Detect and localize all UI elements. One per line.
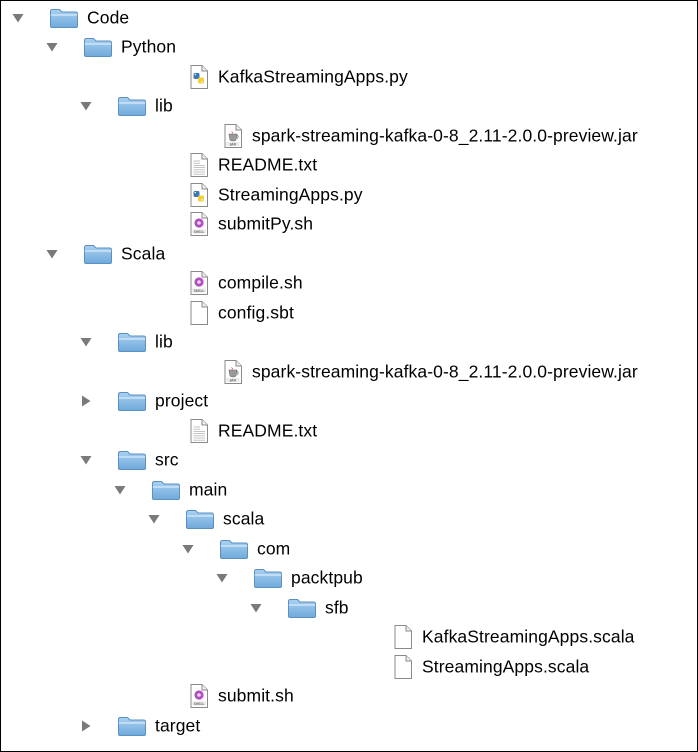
item-label: Scala	[121, 243, 166, 264]
disclosure-triangle-expanded-icon[interactable]	[45, 40, 59, 54]
disclosure-triangle-expanded-icon[interactable]	[113, 483, 127, 497]
item-label: project	[155, 390, 209, 411]
item-label: scala	[223, 508, 265, 529]
item-label: lib	[155, 331, 173, 352]
jar-file-icon: JAR	[222, 359, 244, 385]
folder-icon	[117, 331, 147, 353]
folder-icon	[287, 597, 317, 619]
item-label: README.txt	[218, 420, 318, 441]
item-label: sfb	[325, 597, 349, 618]
folder-icon	[83, 36, 113, 58]
item-label: target	[155, 715, 201, 736]
folder-icon	[117, 390, 147, 412]
folder-row[interactable]: Code	[1, 3, 697, 33]
folder-row[interactable]: com	[1, 534, 697, 564]
shell-script-icon: SHELL	[188, 270, 210, 296]
document-icon	[188, 300, 210, 326]
item-label: config.sbt	[218, 302, 294, 323]
file-row[interactable]: StreamingApps.py	[1, 180, 697, 210]
python-file-icon	[188, 182, 210, 208]
svg-text:JAR: JAR	[229, 142, 236, 146]
file-row[interactable]: JAR spark-streaming-kafka-0-8_2.11-2.0.0…	[1, 357, 697, 387]
item-label: packtpub	[291, 567, 363, 588]
file-row[interactable]: SHELL compile.sh	[1, 269, 697, 299]
item-label: KafkaStreamingApps.py	[218, 66, 408, 87]
item-label: README.txt	[218, 154, 318, 175]
folder-icon	[253, 567, 283, 589]
item-label: src	[155, 449, 179, 470]
folder-icon	[185, 508, 215, 530]
item-label: compile.sh	[218, 272, 303, 293]
folder-row[interactable]: src	[1, 446, 697, 476]
disclosure-triangle-expanded-icon[interactable]	[215, 571, 229, 585]
disclosure-triangle-expanded-icon[interactable]	[79, 335, 93, 349]
svg-text:SHELL: SHELL	[194, 289, 205, 293]
item-label: main	[189, 479, 228, 500]
disclosure-triangle-collapsed-icon[interactable]	[79, 719, 93, 733]
folder-icon	[151, 479, 181, 501]
document-icon	[392, 654, 414, 680]
file-row[interactable]: StreamingApps.scala	[1, 652, 697, 682]
folder-icon	[117, 449, 147, 471]
disclosure-triangle-collapsed-icon[interactable]	[79, 394, 93, 408]
item-label: Python	[121, 36, 177, 57]
folder-row[interactable]: Scala	[1, 239, 697, 269]
disclosure-triangle-expanded-icon[interactable]	[45, 247, 59, 261]
folder-row[interactable]: lib	[1, 328, 697, 358]
item-label: lib	[155, 95, 173, 116]
folder-row[interactable]: Python	[1, 33, 697, 63]
folder-row[interactable]: lib	[1, 92, 697, 122]
disclosure-triangle-expanded-icon[interactable]	[79, 99, 93, 113]
item-label: submit.sh	[218, 685, 294, 706]
file-row[interactable]: JAR spark-streaming-kafka-0-8_2.11-2.0.0…	[1, 121, 697, 151]
item-label: spark-streaming-kafka-0-8_2.11-2.0.0-pre…	[252, 361, 638, 382]
shell-script-icon: SHELL	[188, 683, 210, 709]
text-file-icon	[188, 418, 210, 444]
file-row[interactable]: KafkaStreamingApps.py	[1, 62, 697, 92]
folder-icon	[83, 243, 113, 265]
item-label: com	[257, 538, 291, 559]
item-label: StreamingApps.scala	[422, 656, 590, 677]
file-row[interactable]: KafkaStreamingApps.scala	[1, 623, 697, 653]
svg-text:JAR: JAR	[229, 378, 236, 382]
folder-row[interactable]: target	[1, 711, 697, 741]
folder-icon	[117, 715, 147, 737]
disclosure-triangle-expanded-icon[interactable]	[181, 542, 195, 556]
text-file-icon	[188, 152, 210, 178]
folder-row[interactable]: main	[1, 475, 697, 505]
folder-row[interactable]: project	[1, 387, 697, 417]
svg-text:SHELL: SHELL	[194, 230, 205, 234]
file-row[interactable]: README.txt	[1, 416, 697, 446]
folder-icon	[117, 95, 147, 117]
file-row[interactable]: config.sbt	[1, 298, 697, 328]
file-tree: Code Python KafkaStreamingApps.py lib JA…	[0, 0, 698, 752]
svg-text:SHELL: SHELL	[194, 702, 205, 706]
item-label: Code	[87, 7, 130, 28]
disclosure-triangle-expanded-icon[interactable]	[249, 601, 263, 615]
jar-file-icon: JAR	[222, 123, 244, 149]
folder-icon	[219, 538, 249, 560]
disclosure-triangle-expanded-icon[interactable]	[79, 453, 93, 467]
disclosure-triangle-expanded-icon[interactable]	[147, 512, 161, 526]
item-label: KafkaStreamingApps.scala	[422, 626, 635, 647]
python-file-icon	[188, 64, 210, 90]
folder-row[interactable]: scala	[1, 505, 697, 535]
folder-row[interactable]: sfb	[1, 593, 697, 623]
file-row[interactable]: SHELL submit.sh	[1, 682, 697, 712]
file-row[interactable]: README.txt	[1, 151, 697, 181]
file-row[interactable]: SHELL submitPy.sh	[1, 210, 697, 240]
document-icon	[392, 624, 414, 650]
disclosure-triangle-expanded-icon[interactable]	[11, 11, 25, 25]
item-label: spark-streaming-kafka-0-8_2.11-2.0.0-pre…	[252, 125, 638, 146]
folder-row[interactable]: packtpub	[1, 564, 697, 594]
item-label: submitPy.sh	[218, 213, 314, 234]
shell-script-icon: SHELL	[188, 211, 210, 237]
folder-icon	[49, 7, 79, 29]
item-label: StreamingApps.py	[218, 184, 363, 205]
